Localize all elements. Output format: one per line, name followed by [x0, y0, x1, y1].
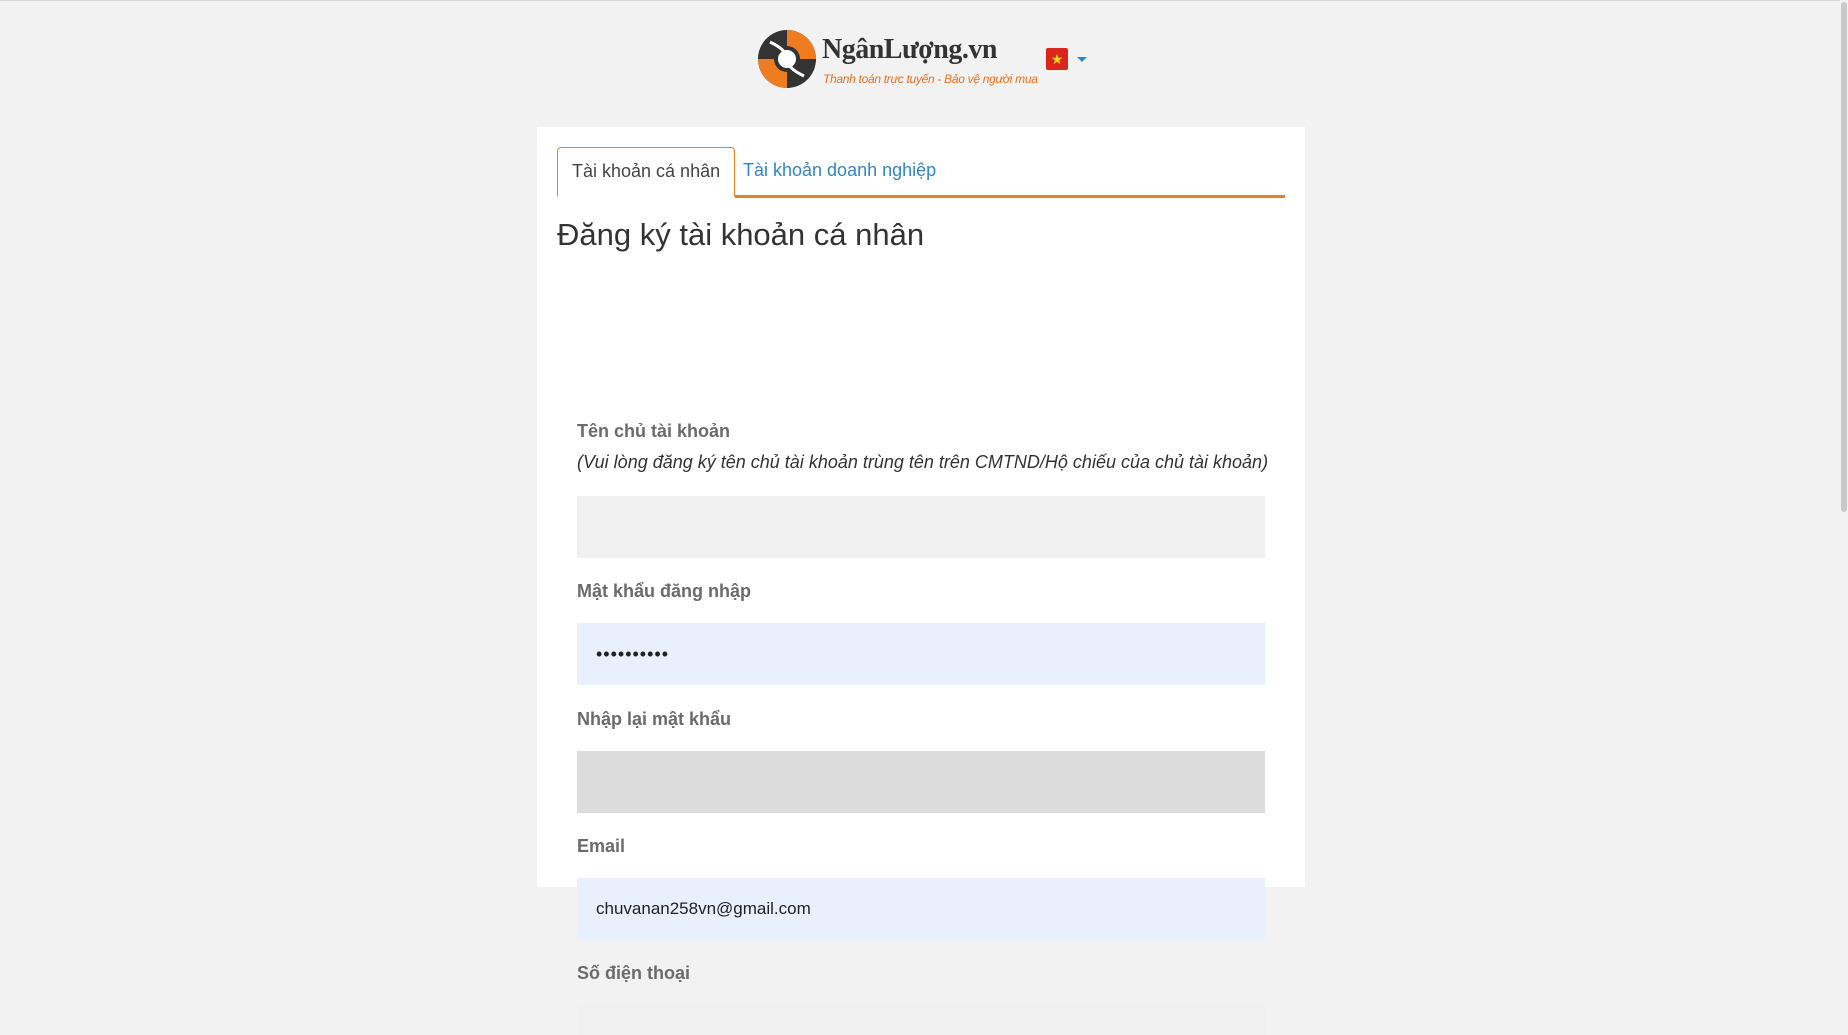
scrollbar[interactable] — [1840, 0, 1848, 881]
logo-tagline: Thanh toán trực tuyến - Bảo vệ người mua — [823, 72, 1038, 86]
account-type-tabs: Tài khoản cá nhân Tài khoản doanh nghiệp — [557, 147, 1285, 198]
vietnam-flag-icon: ★ — [1046, 48, 1068, 70]
account-name-hint: (Vui lòng đăng ký tên chủ tài khoản trùn… — [577, 452, 1269, 472]
account-name-label: Tên chủ tài khoản — [577, 421, 731, 441]
email-label: Email — [577, 836, 626, 856]
phone-label: Số điện thoại — [577, 963, 691, 983]
tab-personal-account[interactable]: Tài khoản cá nhân — [557, 147, 736, 198]
phone-input[interactable] — [577, 1005, 1265, 1035]
account-name-input[interactable] — [577, 496, 1265, 558]
tab-business-account[interactable]: Tài khoản doanh nghiệp — [729, 147, 950, 193]
language-selector[interactable]: ★ — [1046, 48, 1090, 72]
password-label: Mật khẩu đăng nhập — [577, 581, 752, 601]
scrollbar-thumb[interactable] — [1841, 2, 1847, 512]
password-input[interactable] — [577, 623, 1265, 685]
page-title: Đăng ký tài khoản cá nhân — [557, 217, 925, 252]
nganluong-logo-icon — [758, 30, 816, 88]
logo-name: NgânLượng.vn — [822, 34, 997, 65]
registration-panel: Tài khoản cá nhân Tài khoản doanh nghiệp… — [537, 127, 1305, 1035]
email-input[interactable] — [577, 878, 1265, 940]
confirm-password-input[interactable] — [577, 751, 1265, 813]
confirm-password-label: Nhập lại mật khẩu — [577, 709, 732, 729]
caret-down-icon — [1077, 57, 1087, 62]
header: NgânLượng.vn Thanh toán trực tuyến - Bảo… — [0, 0, 1848, 120]
logo[interactable]: NgânLượng.vn Thanh toán trực tuyến - Bảo… — [756, 28, 1038, 94]
